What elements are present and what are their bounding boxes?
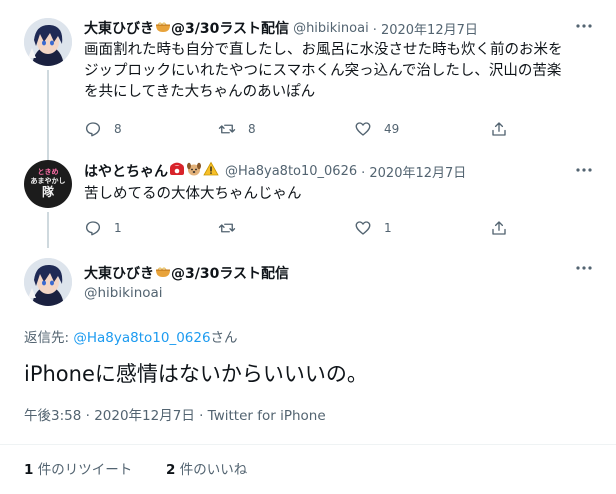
tweet-date[interactable]: · 2020年12月7日 (361, 162, 466, 181)
reply-to: 返信先: @Ha8ya8to10_0626さん (24, 330, 238, 346)
more-icon[interactable] (574, 16, 598, 36)
share-icon (492, 221, 506, 235)
display-name[interactable]: 大東ひびき (84, 18, 154, 38)
divider (0, 444, 616, 445)
tweet-header: はやとちゃん @Ha8ya8to10_0626 · 2020年12月7日 (84, 161, 466, 181)
avatar-anime-character (24, 18, 72, 66)
reply-to-handle-link[interactable]: @Ha8ya8to10_0626 (73, 330, 210, 346)
avatar-anime-character (24, 258, 72, 306)
retweet-button[interactable] (218, 219, 248, 237)
reply-icon (85, 221, 101, 236)
retweet-count: 8 (248, 122, 256, 136)
reply-button[interactable]: 8 (84, 120, 122, 138)
reply-count: 8 (114, 122, 122, 136)
avatar-text-line: 隊 (41, 185, 54, 199)
more-icon[interactable] (574, 258, 598, 278)
tweet-date[interactable]: · 2020年12月7日 (373, 19, 478, 38)
tweet-text: 苦しめてるの大体大ちゃんじゃん (84, 186, 302, 202)
retweet-label: 件のリツイート (33, 462, 133, 478)
retweet-button[interactable]: 8 (218, 120, 256, 138)
display-name-suffix: @3/30ラスト配信 (171, 266, 290, 282)
ramen-emoji (155, 18, 171, 38)
display-name-suffix: @3/30ラスト配信 (171, 21, 290, 37)
like-count: 49 (384, 122, 400, 136)
ramen-emoji (155, 263, 171, 283)
avatar[interactable] (24, 258, 72, 306)
avatar-text-line: ときめ (37, 168, 59, 176)
display-name[interactable]: 大東ひびき (84, 263, 154, 283)
reply-count: 1 (114, 221, 122, 235)
retweet-stats-link[interactable]: 1 件のリツイート (24, 458, 132, 478)
display-name[interactable]: はやとちゃん (84, 161, 168, 181)
like-button[interactable]: 1 (354, 219, 392, 237)
retweet-icon (218, 223, 236, 233)
avatar[interactable] (24, 18, 72, 66)
retweet-count: 1 (24, 462, 34, 478)
main-tweet-text: iPhoneに感情はないからいいいの。 (24, 362, 368, 386)
tweet-header: 大東ひびき @3/30ラスト配信 (84, 263, 289, 283)
share-icon (492, 122, 506, 136)
warning-emoji (203, 161, 219, 181)
handle[interactable]: @Ha8ya8to10_0626 (225, 164, 357, 179)
handle[interactable]: @hibikinoai (84, 285, 163, 301)
tweet-timestamp[interactable]: 午後3:58 · 2020年12月7日 · Twitter for iPhone (24, 404, 326, 424)
like-button[interactable]: 49 (354, 120, 399, 138)
telephone-emoji (169, 161, 185, 181)
retweet-icon (218, 124, 236, 134)
like-stats-link[interactable]: 2 件のいいね (166, 458, 247, 478)
reply-button[interactable]: 1 (84, 219, 122, 237)
like-icon (355, 122, 371, 136)
tweet-header: 大東ひびき @3/30ラスト配信 @hibikinoai · 2020年12月7… (84, 18, 478, 38)
dog-emoji (186, 161, 202, 181)
thread-line (47, 212, 49, 248)
share-button[interactable] (490, 120, 508, 138)
like-icon (355, 221, 371, 235)
more-icon[interactable] (574, 160, 598, 180)
reply-icon (85, 122, 101, 137)
like-count: 2 (166, 462, 176, 478)
like-label: 件のいいね (175, 462, 248, 478)
tweet-text: 画面割れた時も自分で直したし、お風呂に水没させた時も炊く前のお米を ジップロック… (84, 42, 563, 100)
handle[interactable]: @hibikinoai (293, 21, 369, 36)
share-button[interactable] (490, 219, 508, 237)
avatar[interactable]: ときめ あまやかし 隊 (24, 160, 72, 208)
thread-line (47, 70, 49, 160)
like-count: 1 (384, 221, 392, 235)
